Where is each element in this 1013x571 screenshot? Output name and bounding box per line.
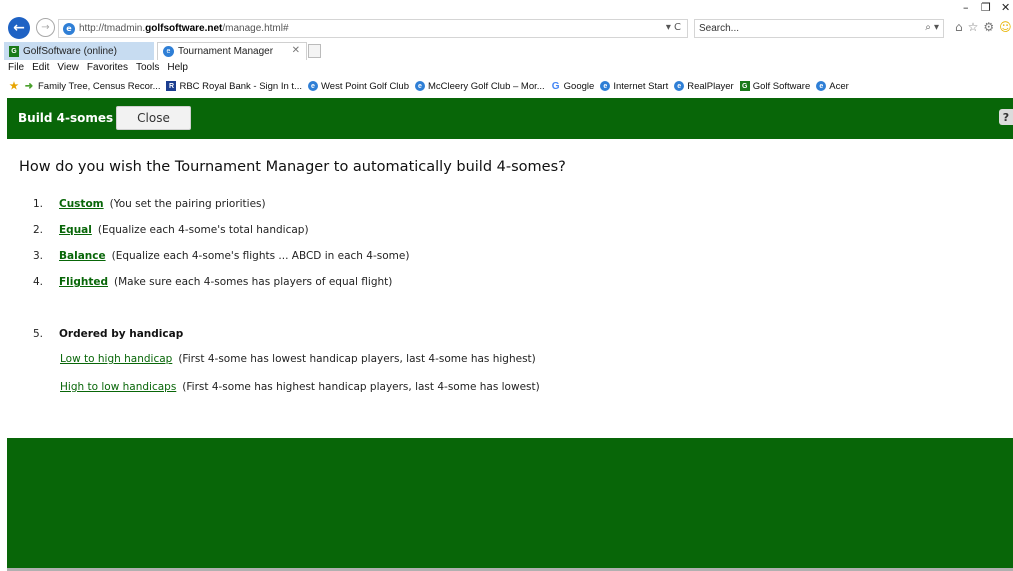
suboption-high-to-low: High to low handicaps (First 4-some has h… xyxy=(60,381,540,393)
page-margin xyxy=(0,96,7,571)
arrow-icon: ➜ xyxy=(24,80,34,92)
ie-icon: e xyxy=(816,81,827,91)
ie-icon: e xyxy=(163,46,174,57)
search-placeholder: Search... xyxy=(699,23,740,34)
option-equal: 2. Equal (Equalize each 4-some's total han… xyxy=(33,224,309,236)
favorites-bar: ★ ➜ Family Tree, Census Recor... R RBC Roy… xyxy=(0,78,1013,94)
close-button[interactable]: Close xyxy=(116,106,191,130)
rbc-icon: R xyxy=(166,81,177,91)
ie-icon: e xyxy=(307,81,318,91)
favorite-internet-start[interactable]: e Internet Start xyxy=(600,81,668,92)
suboption-low-to-high: Low to high handicap (First 4-some has lo… xyxy=(60,353,536,365)
footer-band xyxy=(7,438,1013,568)
tab-tournament-manager[interactable]: e Tournament Manager ✕ xyxy=(157,42,307,60)
address-row: ← → e http://tmadmin.golfsoftware.net/ma… xyxy=(0,17,1013,41)
balance-link[interactable]: Balance xyxy=(59,250,106,262)
page-title: Build 4-somes xyxy=(18,111,114,125)
toolbar-icons: ⌂☆⚙☺ xyxy=(955,20,1013,34)
favorite-google[interactable]: G Google xyxy=(551,81,595,92)
address-bar[interactable]: e http://tmadmin.golfsoftware.net/manage… xyxy=(58,19,688,38)
option-description: (Equalize each 4-some's flights ... ABCD… xyxy=(111,250,410,262)
option-description: (Make sure each 4-somes has players of e… xyxy=(114,276,393,288)
search-icon[interactable]: ⌕ ▾ xyxy=(925,22,939,33)
star-icon[interactable]: ☆ xyxy=(968,20,984,34)
option-number: 1. xyxy=(33,198,44,210)
minimize-button[interactable]: – xyxy=(963,1,969,14)
url-text: http://tmadmin.golfsoftware.net/manage.h… xyxy=(79,23,289,34)
tab-label: GolfSoftware (online) xyxy=(23,45,117,57)
refresh-icon[interactable]: ▾ C xyxy=(666,22,681,33)
high-to-low-link[interactable]: High to low handicaps xyxy=(60,381,176,393)
new-tab-button[interactable] xyxy=(308,44,321,58)
ie-icon: e xyxy=(600,81,611,91)
suboption-description: (First 4-some has lowest handicap player… xyxy=(178,353,536,365)
option-number: 5. xyxy=(33,328,44,340)
build-foursomes-panel: How do you wish the Tournament Manager t… xyxy=(7,139,1013,438)
menu-help[interactable]: Help xyxy=(167,62,188,76)
option-description: (Equalize each 4-some's total handicap) xyxy=(97,224,309,236)
favorite-realplayer[interactable]: e RealPlayer xyxy=(674,81,734,92)
close-tab-icon[interactable]: ✕ xyxy=(292,45,300,56)
tab-golfsoftware[interactable]: G GolfSoftware (online) xyxy=(4,42,154,60)
option-balance: 3. Balance (Equalize each 4-some's flights… xyxy=(33,250,409,262)
window-controls: – ❐ ✕ xyxy=(955,1,1013,15)
tab-strip: G GolfSoftware (online) e Tournament Man… xyxy=(0,42,1013,60)
app-header: Build 4-somes Close ? xyxy=(7,98,1013,139)
option-flighted: 4. Flighted (Make sure each 4-somes has pl… xyxy=(33,276,392,288)
option-description: (You set the pairing priorities) xyxy=(109,198,266,210)
favorite-rbc[interactable]: R RBC Royal Bank - Sign In t... xyxy=(166,81,302,92)
smiley-icon[interactable]: ☺ xyxy=(999,20,1013,34)
ie-icon: e xyxy=(63,22,75,35)
flighted-link[interactable]: Flighted xyxy=(59,276,108,288)
question-heading: How do you wish the Tournament Manager t… xyxy=(19,159,566,175)
favorites-star-icon[interactable]: ★ xyxy=(8,81,20,92)
forward-arrow-icon[interactable]: → xyxy=(36,18,55,37)
menu-tools[interactable]: Tools xyxy=(136,62,159,76)
option-number: 2. xyxy=(33,224,44,236)
favorite-west-point[interactable]: e West Point Golf Club xyxy=(307,81,409,92)
menu-edit[interactable]: Edit xyxy=(32,62,49,76)
menu-file[interactable]: File xyxy=(8,62,24,76)
google-icon: G xyxy=(551,80,560,92)
golf-software-icon: G xyxy=(9,45,19,57)
help-icon[interactable]: ? xyxy=(999,109,1013,125)
search-input[interactable]: Search... ⌕ ▾ xyxy=(694,19,944,38)
menu-favorites[interactable]: Favorites xyxy=(87,62,128,76)
equal-link[interactable]: Equal xyxy=(59,224,92,236)
favorite-mccleery[interactable]: e McCleery Golf Club – Mor... xyxy=(415,81,545,92)
restore-button[interactable]: ❐ xyxy=(981,1,991,14)
golf-software-icon: G xyxy=(739,81,750,91)
gear-icon[interactable]: ⚙ xyxy=(983,20,999,34)
option-ordered-by-handicap: 5. Ordered by handicap xyxy=(33,328,183,340)
home-icon[interactable]: ⌂ xyxy=(955,20,968,34)
ie-icon: e xyxy=(415,81,425,91)
favorite-acer[interactable]: e Acer xyxy=(816,81,849,92)
custom-link[interactable]: Custom xyxy=(59,198,104,210)
ordered-label: Ordered by handicap xyxy=(59,328,184,340)
suboption-description: (First 4-some has highest handicap playe… xyxy=(182,381,540,393)
option-number: 3. xyxy=(33,250,44,262)
option-number: 4. xyxy=(33,276,44,288)
low-to-high-link[interactable]: Low to high handicap xyxy=(60,353,172,365)
menu-bar: File Edit View Favorites Tools Help xyxy=(0,62,1013,76)
window-close-button[interactable]: ✕ xyxy=(1001,1,1010,14)
browser-chrome: – ❐ ✕ ← → e http://tmadmin.golfsoftware.… xyxy=(0,0,1013,96)
tab-label: Tournament Manager xyxy=(178,46,274,57)
back-arrow-icon[interactable]: ← xyxy=(8,17,30,39)
favorite-golf-software[interactable]: G Golf Software xyxy=(739,81,810,92)
option-custom: 1. Custom (You set the pairing priorities) xyxy=(33,198,266,210)
menu-view[interactable]: View xyxy=(57,62,79,76)
favorite-family-tree[interactable]: ➜ Family Tree, Census Recor... xyxy=(23,80,161,92)
ie-icon: e xyxy=(674,81,685,91)
